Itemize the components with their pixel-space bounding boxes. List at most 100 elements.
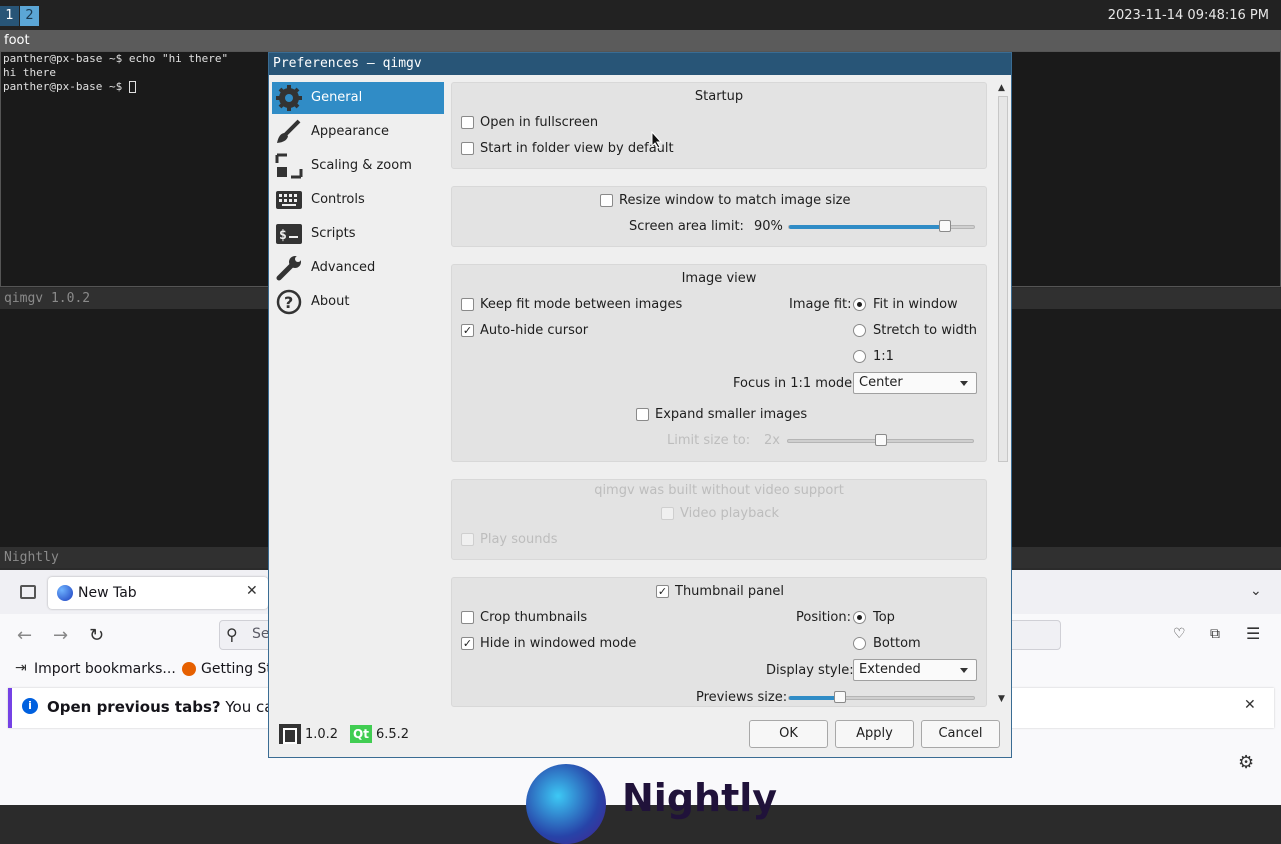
back-icon[interactable]: ← <box>17 625 32 646</box>
hide-windowed-label: Hide in windowed mode <box>480 636 637 651</box>
folder-view-checkbox[interactable] <box>461 142 474 155</box>
terminal-window-title[interactable]: foot <box>0 30 1281 51</box>
notice-text: Open previous tabs? You can re <box>47 698 303 716</box>
sidebar-item-label: Scripts <box>311 226 356 241</box>
sidebar-item-general[interactable]: General <box>272 82 444 114</box>
sidebar-item-label: Appearance <box>311 124 390 139</box>
scroll-down-icon[interactable]: ▼ <box>998 694 1005 704</box>
app-version: 1.0.2 <box>305 727 339 742</box>
one-to-one-radio[interactable] <box>853 350 866 363</box>
svg-text:$: $ <box>279 228 287 243</box>
crop-thumbnails-label: Crop thumbnails <box>480 610 588 625</box>
thumbnail-panel-label: Thumbnail panel <box>675 584 784 599</box>
expand-smaller-label: Expand smaller images <box>655 407 808 422</box>
menu-icon[interactable]: ☰ <box>1246 624 1260 643</box>
one-to-one-label: 1:1 <box>873 349 894 364</box>
stretch-width-radio[interactable] <box>853 324 866 337</box>
workspace-1-button[interactable]: 1 <box>0 6 19 26</box>
sidebar-item-controls[interactable]: Controls <box>272 184 444 216</box>
hide-windowed-checkbox[interactable]: ✓ <box>461 637 474 650</box>
reload-icon[interactable]: ↻ <box>89 625 104 646</box>
pocket-icon[interactable]: ♡ <box>1173 626 1186 642</box>
status-bar <box>0 0 1281 30</box>
sidebar-item-label: About <box>311 294 350 309</box>
thumbnail-panel-checkbox[interactable]: ✓ <box>656 585 669 598</box>
dialog-title[interactable]: Preferences — qimgv <box>269 53 1011 75</box>
previews-size-slider-handle[interactable] <box>834 691 846 703</box>
settings-gear-icon[interactable]: ⚙ <box>1238 752 1254 773</box>
sidebar-item-appearance[interactable]: Appearance <box>272 116 444 148</box>
gear-icon <box>276 85 302 111</box>
keep-fit-checkbox[interactable] <box>461 298 474 311</box>
limit-size-value: 2x <box>764 433 780 448</box>
nightly-favicon-icon <box>57 585 73 601</box>
video-playback-checkbox[interactable] <box>661 507 674 520</box>
cancel-button[interactable]: Cancel <box>921 720 1000 748</box>
ok-button[interactable]: OK <box>749 720 828 748</box>
keep-fit-label: Keep fit mode between images <box>480 297 683 312</box>
nightly-logo <box>526 764 606 844</box>
expand-smaller-checkbox[interactable] <box>636 408 649 421</box>
bookmark-import[interactable]: Import bookmarks... <box>34 661 176 677</box>
forward-icon[interactable]: → <box>53 625 68 646</box>
position-label: Position: <box>796 610 851 625</box>
terminal-cursor <box>128 81 136 93</box>
url-bar-placeholder: Se <box>252 626 270 642</box>
qimgv-logo-icon <box>279 724 301 744</box>
sidebar-item-label: General <box>311 90 363 105</box>
focus-mode-dropdown[interactable]: Center <box>853 372 977 394</box>
mouse-cursor-icon <box>651 131 663 149</box>
position-bottom-radio[interactable] <box>853 637 866 650</box>
extensions-icon[interactable]: ⧉ <box>1210 626 1220 642</box>
position-top-radio[interactable] <box>853 611 866 624</box>
sidebar-item-scripts[interactable]: $ Scripts <box>272 218 444 250</box>
resize-window-checkbox[interactable] <box>600 194 613 207</box>
video-support-notice: qimgv was built without video support <box>594 483 844 498</box>
image-view-group-title: Image view <box>681 271 757 286</box>
close-notice-icon[interactable]: ✕ <box>1244 697 1256 713</box>
fit-window-radio[interactable] <box>853 298 866 311</box>
resize-icon <box>275 153 303 179</box>
display-style-dropdown[interactable]: Extended <box>853 659 977 681</box>
resize-window-label: Resize window to match image size <box>619 193 851 208</box>
startup-group-title: Startup <box>694 89 744 104</box>
qt-logo-icon: Qt <box>350 725 372 743</box>
image-fit-label: Image fit: <box>789 297 852 312</box>
bookmark-getting-started[interactable]: Getting St <box>201 661 272 677</box>
sidebar-item-advanced[interactable]: Advanced <box>272 252 444 284</box>
limit-size-label: Limit size to: <box>667 433 751 448</box>
screen-limit-slider-handle[interactable] <box>939 220 951 232</box>
limit-size-slider-handle[interactable] <box>875 434 887 446</box>
search-icon: ⚲ <box>226 625 238 644</box>
focus-mode-label: Focus in 1:1 mode: <box>733 376 857 391</box>
play-sounds-checkbox[interactable] <box>461 533 474 546</box>
autohide-cursor-checkbox[interactable]: ✓ <box>461 324 474 337</box>
position-bottom-label: Bottom <box>873 636 921 651</box>
screen-limit-value: 90% <box>754 219 783 234</box>
tab-list-icon[interactable] <box>20 585 36 599</box>
browser-tab-label: New Tab <box>78 585 137 601</box>
terminal-icon: $ <box>276 224 302 244</box>
sidebar-item-scaling[interactable]: Scaling & zoom <box>272 150 444 182</box>
svg-text:?: ? <box>284 293 293 312</box>
list-all-tabs-icon[interactable]: ⌄ <box>1250 583 1262 599</box>
clock: 2023-11-14 09:48:16 PM <box>1107 8 1269 23</box>
sidebar-item-about[interactable]: ? About <box>272 286 444 318</box>
scrollbar-thumb[interactable] <box>998 96 1008 462</box>
fit-window-label: Fit in window <box>873 297 958 312</box>
workspace-2-button[interactable]: 2 <box>20 6 39 26</box>
open-fullscreen-checkbox[interactable] <box>461 116 474 129</box>
scroll-up-icon[interactable]: ▲ <box>998 83 1005 93</box>
screen-limit-label: Screen area limit: <box>629 219 744 234</box>
sidebar-item-label: Advanced <box>311 260 376 275</box>
apply-button[interactable]: Apply <box>835 720 914 748</box>
position-top-label: Top <box>873 610 895 625</box>
sidebar-item-label: Scaling & zoom <box>311 158 412 173</box>
play-sounds-label: Play sounds <box>480 532 558 547</box>
crop-thumbnails-checkbox[interactable] <box>461 611 474 624</box>
close-tab-icon[interactable]: ✕ <box>246 583 258 599</box>
help-icon: ? <box>276 289 302 315</box>
keyboard-icon <box>276 191 302 209</box>
folder-view-label: Start in folder view by default <box>480 141 674 156</box>
info-icon: i <box>22 698 38 714</box>
